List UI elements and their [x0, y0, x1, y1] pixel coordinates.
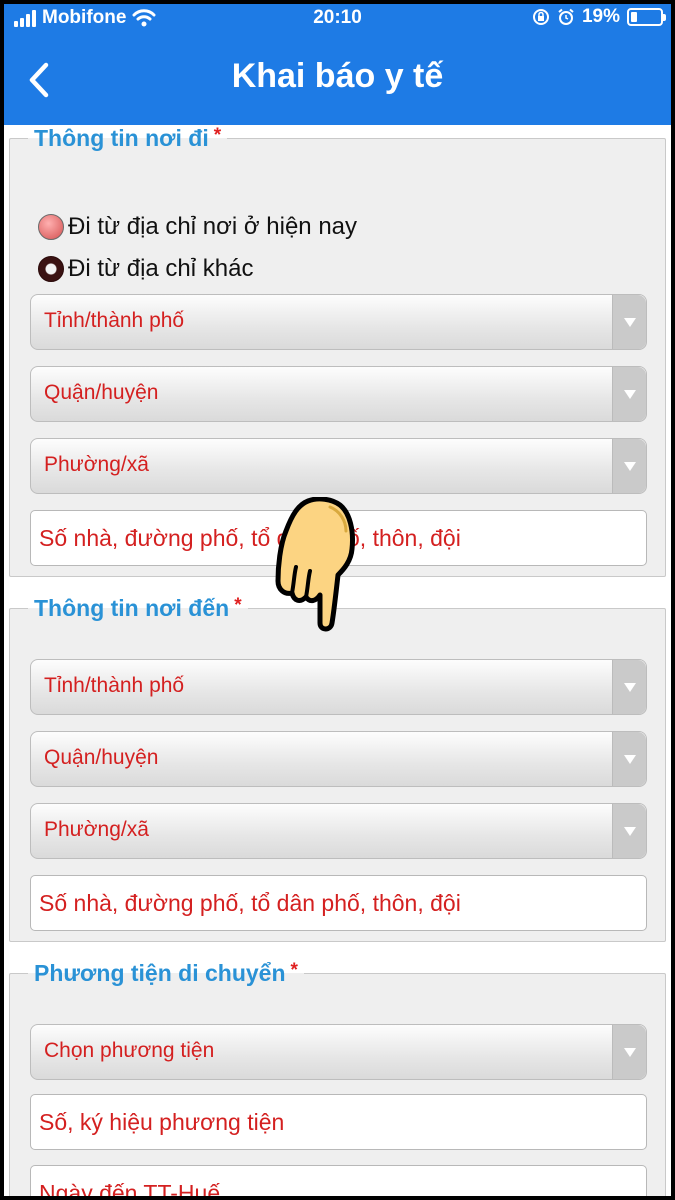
- arrival-date-input[interactable]: [30, 1165, 647, 1200]
- select-value: Tỉnh/thành phố: [44, 309, 185, 332]
- dropdown-arrow-icon: [612, 295, 646, 349]
- select-value: Phường/xã: [44, 818, 149, 841]
- dropdown-arrow-icon: [612, 439, 646, 493]
- arrival-legend: Thông tin nơi đến *: [28, 595, 248, 622]
- dropdown-arrow-icon: [612, 660, 646, 714]
- departure-ward-select[interactable]: Phường/xã: [30, 438, 647, 494]
- battery-percent: 19%: [581, 6, 620, 27]
- arrival-province-select[interactable]: Tỉnh/thành phố: [30, 659, 647, 715]
- dropdown-arrow-icon: [612, 732, 646, 786]
- departure-address-input[interactable]: [30, 510, 647, 566]
- radio-unselected-icon: [38, 214, 64, 240]
- dropdown-arrow-icon: [612, 804, 646, 858]
- transport-legend-text: Phương tiện di chuyển: [34, 960, 286, 986]
- required-mark: *: [234, 595, 242, 616]
- transport-section: Phương tiện di chuyển * Chọn phương tiện: [9, 960, 666, 1200]
- vehicle-select[interactable]: Chọn phương tiện: [30, 1024, 647, 1080]
- select-value: Quận/huyện: [44, 746, 159, 769]
- vehicle-number-input[interactable]: [30, 1094, 647, 1150]
- arrival-section: Thông tin nơi đến * Tỉnh/thành phố Quận/h…: [9, 595, 666, 942]
- dropdown-arrow-icon: [612, 1025, 646, 1079]
- app-header: Mobifone 20:10 19% Khai báo y tế: [0, 0, 675, 125]
- radio-label: Đi từ địa chỉ khác: [68, 255, 254, 282]
- departure-legend-text: Thông tin nơi đi: [34, 125, 209, 151]
- departure-district-select[interactable]: Quận/huyện: [30, 366, 647, 422]
- radio-current-address[interactable]: Đi từ địa chỉ nơi ở hiện nay: [38, 213, 357, 241]
- required-mark: *: [213, 125, 222, 146]
- radio-other-address[interactable]: Đi từ địa chỉ khác: [38, 255, 253, 283]
- alarm-icon: [558, 8, 574, 25]
- form-content: Thông tin nơi đi * Đi từ địa chỉ nơi ở hi…: [0, 125, 675, 1200]
- dropdown-arrow-icon: [612, 367, 646, 421]
- arrival-district-select[interactable]: Quận/huyện: [30, 731, 647, 787]
- select-value: Tỉnh/thành phố: [44, 674, 185, 697]
- status-bar: Mobifone 20:10 19%: [0, 0, 675, 36]
- required-mark: *: [290, 960, 298, 981]
- transport-legend: Phương tiện di chuyển *: [28, 960, 304, 987]
- radio-label: Đi từ địa chỉ nơi ở hiện nay: [68, 213, 358, 240]
- select-value: Quận/huyện: [44, 381, 159, 404]
- page-title: Khai báo y tế: [231, 57, 444, 95]
- select-value: Chọn phương tiện: [44, 1039, 215, 1062]
- departure-legend: Thông tin nơi đi *: [28, 125, 227, 152]
- arrival-ward-select[interactable]: Phường/xã: [30, 803, 647, 859]
- radio-selected-icon: [38, 256, 64, 282]
- arrival-address-input[interactable]: [30, 875, 647, 931]
- departure-province-select[interactable]: Tỉnh/thành phố: [30, 294, 647, 350]
- battery-icon: [627, 8, 666, 26]
- rotation-lock-icon: [532, 9, 549, 25]
- arrival-legend-text: Thông tin nơi đến: [34, 595, 230, 621]
- departure-section: Thông tin nơi đi * Đi từ địa chỉ nơi ở hi…: [9, 125, 666, 577]
- select-value: Phường/xã: [44, 453, 149, 476]
